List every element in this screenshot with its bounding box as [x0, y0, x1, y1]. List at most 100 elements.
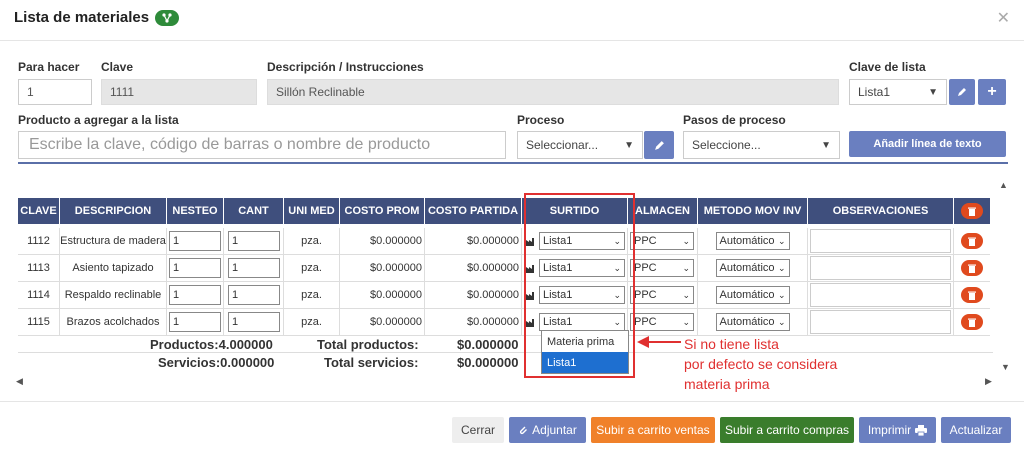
th-observaciones: OBSERVACIONES — [808, 198, 954, 224]
cell-clave: 1113 — [18, 255, 60, 281]
metodo-select[interactable]: Automático ⌄ — [715, 259, 790, 277]
add-list-button[interactable]: + — [978, 79, 1006, 105]
cell-costo-prom: $0.000000 — [340, 228, 425, 254]
annotation-text: Si no tiene lista por defecto se conside… — [684, 334, 837, 394]
close-icon[interactable]: ✕ — [997, 8, 1010, 28]
th-costo-partida: COSTO PARTIDA — [425, 198, 522, 224]
almacen-value: PPC — [634, 289, 657, 301]
metodo-value: Automático — [719, 289, 775, 301]
almacen-select[interactable]: PPC ⌄ — [630, 259, 694, 277]
cell-costo-prom: $0.000000 — [340, 309, 425, 335]
descripcion-input: Sillón Reclinable — [267, 79, 839, 105]
carrito-compras-button[interactable]: Subir a carrito compras — [720, 417, 854, 443]
section-divider — [18, 162, 1008, 164]
cell-observaciones — [808, 282, 954, 308]
chevron-down-icon: ⌄ — [777, 289, 786, 300]
modal-title-text: Lista de materiales — [14, 9, 150, 26]
printer-icon — [915, 424, 928, 436]
almacen-select[interactable]: PPC ⌄ — [630, 232, 694, 250]
cant-input[interactable]: 1 — [228, 258, 280, 278]
adjuntar-label: Adjuntar — [532, 423, 577, 437]
nesteo-input[interactable]: 1 — [169, 312, 221, 332]
metodo-value: Automático — [719, 235, 775, 247]
cell-almacen: PPC ⌄ — [628, 228, 698, 254]
proceso-label: Proceso — [517, 113, 565, 127]
servicios-total: Servicios:0.000000 — [158, 355, 274, 370]
cell-costo-partida: $0.000000 — [425, 282, 522, 308]
chevron-down-icon: ⌄ — [682, 235, 690, 246]
clave-lista-select[interactable]: Lista1 ▼ — [849, 79, 947, 105]
pasos-value: Seleccione... — [692, 138, 761, 152]
cell-almacen: PPC ⌄ — [628, 309, 698, 335]
nesteo-input[interactable]: 1 — [169, 285, 221, 305]
cant-input[interactable]: 1 — [228, 312, 280, 332]
delete-row-button[interactable] — [961, 314, 983, 330]
metodo-select[interactable]: Automático ⌄ — [715, 313, 790, 331]
pasos-label: Pasos de proceso — [683, 113, 786, 127]
observaciones-textarea[interactable] — [810, 283, 951, 307]
scroll-down-icon[interactable]: ▼ — [1001, 362, 1010, 372]
th-cant: CANT — [224, 198, 284, 224]
add-text-line-button[interactable]: Añadir línea de texto — [849, 131, 1006, 157]
metodo-select[interactable]: Automático ⌄ — [715, 232, 790, 250]
dropdown-option-materia-prima[interactable]: Materia prima — [542, 331, 628, 352]
servicios-label: Servicios: — [158, 355, 221, 370]
surtido-dropdown[interactable]: Materia prima Lista1 — [541, 330, 629, 374]
th-metodo: METODO MOV INV — [698, 198, 808, 224]
scroll-up-icon[interactable]: ▲ — [999, 180, 1008, 190]
metodo-select[interactable]: Automático ⌄ — [715, 286, 790, 304]
observaciones-textarea[interactable] — [810, 229, 951, 253]
plus-icon: + — [987, 83, 997, 100]
actualizar-button[interactable]: Actualizar — [941, 417, 1011, 443]
cell-cant: 1 — [224, 228, 284, 254]
almacen-select[interactable]: PPC ⌄ — [630, 286, 694, 304]
para-hacer-label: Para hacer — [18, 60, 80, 74]
delete-row-button[interactable] — [961, 287, 983, 303]
chevron-down-icon: ⌄ — [682, 262, 690, 273]
observaciones-textarea[interactable] — [810, 256, 951, 280]
cell-uni-med: pza. — [284, 228, 340, 254]
scroll-right-icon[interactable]: ▶ — [985, 376, 992, 387]
chevron-down-icon: ⌄ — [682, 316, 690, 327]
delete-row-button[interactable] — [961, 233, 983, 249]
scroll-left-icon[interactable]: ◀ — [16, 376, 23, 387]
footer-divider — [0, 401, 1024, 402]
almacen-select[interactable]: PPC ⌄ — [630, 313, 694, 331]
totals-divider — [18, 352, 993, 353]
pasos-select[interactable]: Seleccione... ▼ — [683, 131, 840, 159]
nesteo-input[interactable]: 1 — [169, 231, 221, 251]
delete-all-button[interactable] — [961, 203, 983, 219]
delete-row-button[interactable] — [961, 260, 983, 276]
table-row: 1112 Estructura de madera 1 1 pza. $0.000000 $… — [18, 228, 990, 255]
cerrar-button[interactable]: Cerrar — [452, 417, 504, 443]
product-search-input[interactable]: Escribe la clave, código de barras o nom… — [18, 131, 506, 159]
carrito-ventas-button[interactable]: Subir a carrito ventas — [591, 417, 715, 443]
observaciones-textarea[interactable] — [810, 310, 951, 334]
para-hacer-input[interactable]: 1 — [18, 79, 92, 105]
chevron-down-icon: ⌄ — [777, 235, 786, 246]
cell-observaciones — [808, 309, 954, 335]
edit-list-button[interactable] — [949, 79, 975, 105]
cant-input[interactable]: 1 — [228, 231, 280, 251]
chevron-down-icon: ⌄ — [682, 289, 690, 300]
proceso-select[interactable]: Seleccionar... ▼ — [517, 131, 643, 159]
proceso-value: Seleccionar... — [526, 138, 599, 152]
trash-icon — [968, 264, 976, 273]
nesteo-input[interactable]: 1 — [169, 258, 221, 278]
annotation-line-2: por defecto se considera — [684, 356, 838, 372]
imprimir-button[interactable]: Imprimir — [859, 417, 936, 443]
header-divider — [0, 40, 1024, 41]
cell-nesteo: 1 — [167, 309, 224, 335]
arrow-left-icon — [637, 336, 681, 348]
clave-lista-value: Lista1 — [858, 85, 891, 99]
cant-input[interactable]: 1 — [228, 285, 280, 305]
adjuntar-button[interactable]: Adjuntar — [509, 417, 586, 443]
th-delete — [954, 198, 990, 224]
dropdown-option-lista1[interactable]: Lista1 — [542, 352, 628, 373]
cell-observaciones — [808, 255, 954, 281]
metodo-value: Automático — [719, 316, 775, 328]
cell-metodo: Automático ⌄ — [698, 282, 808, 308]
cell-metodo: Automático ⌄ — [698, 255, 808, 281]
edit-proceso-button[interactable] — [644, 131, 674, 159]
cell-delete — [954, 309, 990, 335]
